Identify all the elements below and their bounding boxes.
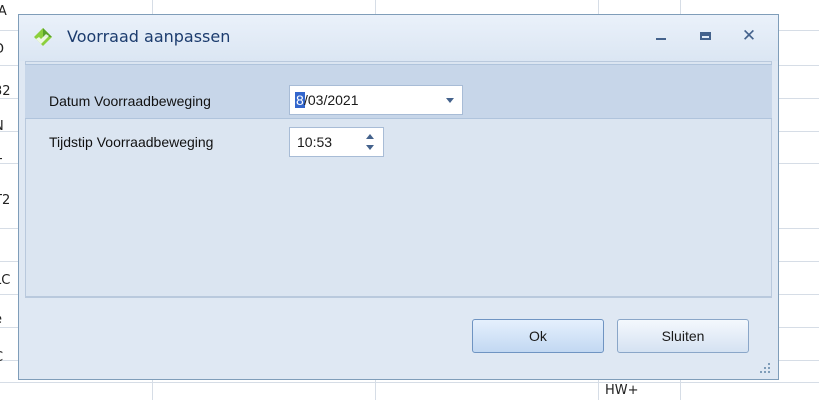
grid-line bbox=[0, 382, 819, 383]
maximize-icon[interactable] bbox=[694, 25, 718, 47]
spin-down-icon[interactable] bbox=[366, 145, 374, 150]
close-icon[interactable]: ✕ bbox=[737, 25, 761, 47]
time-spinner-field[interactable]: 10:53 bbox=[289, 127, 384, 157]
background-cell-text: HW+ bbox=[605, 383, 639, 398]
background-cell-text: T2 bbox=[0, 193, 11, 208]
time-label: Tijdstip Voorraadbeweging bbox=[49, 134, 214, 150]
voorraad-dialog: Voorraad aanpassen ✕ Datum Voorraadbeweg… bbox=[18, 14, 779, 380]
background-cell-text: T bbox=[0, 157, 20, 173]
date-value-text: /03/2021 bbox=[304, 92, 359, 108]
background-cell-text: C bbox=[0, 350, 20, 366]
date-label: Datum Voorraadbeweging bbox=[49, 93, 211, 109]
date-picker-field[interactable]: 8 /03/2021 bbox=[289, 85, 463, 115]
background-cell-text: D bbox=[0, 42, 20, 58]
time-value-text: 10:53 bbox=[297, 134, 333, 150]
dialog-titlebar[interactable]: Voorraad aanpassen ✕ bbox=[19, 15, 778, 61]
footer-divider bbox=[25, 297, 772, 298]
background-cell-text: LC bbox=[0, 273, 11, 288]
background-cell-text: N bbox=[0, 119, 20, 135]
spin-up-icon[interactable] bbox=[366, 134, 374, 139]
app-logo-icon bbox=[34, 28, 52, 46]
background-cell-text: IA bbox=[0, 4, 7, 19]
background-cell-text: 32 bbox=[0, 84, 11, 99]
dialog-title: Voorraad aanpassen bbox=[67, 27, 231, 46]
sluiten-button[interactable]: Sluiten bbox=[617, 319, 749, 353]
background-cell-text: e bbox=[0, 312, 20, 328]
resize-grip-icon[interactable] bbox=[760, 363, 770, 373]
minimize-icon[interactable] bbox=[649, 25, 673, 47]
chevron-down-icon[interactable] bbox=[446, 98, 454, 103]
ok-button[interactable]: Ok bbox=[472, 319, 604, 353]
